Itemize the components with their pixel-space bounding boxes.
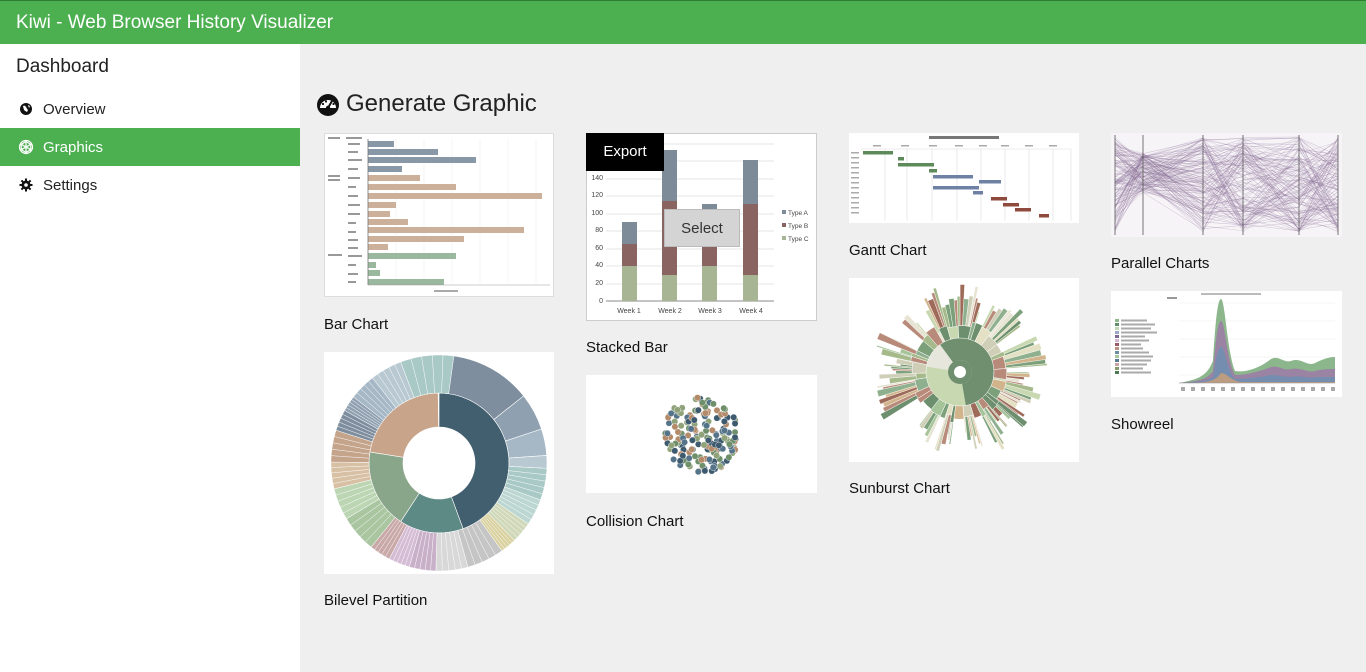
sidebar-item-label: Graphics	[43, 138, 104, 156]
bar-chart-thumbnail[interactable]	[324, 133, 554, 297]
page-title-text: Generate Graphic	[346, 90, 537, 117]
card-label: Collision Chart	[586, 513, 684, 530]
sidebar-item-graphics[interactable]: Graphics	[0, 128, 300, 166]
collision-chart-thumbnail[interactable]	[586, 375, 817, 493]
svg-text:0: 0	[599, 298, 603, 305]
svg-text:40: 40	[595, 262, 603, 269]
app-header: Kiwi - Web Browser History Visualizer	[0, 0, 1366, 44]
svg-text:Type B: Type B	[788, 223, 808, 230]
card-label: Showreel	[1111, 416, 1174, 433]
svg-text:20: 20	[595, 280, 603, 287]
card-label: Gantt Chart	[849, 242, 927, 259]
card-label: Sunburst Chart	[849, 480, 950, 497]
showreel-thumbnail[interactable]	[1111, 291, 1342, 397]
svg-text:Week 4: Week 4	[739, 308, 763, 315]
card-label: Stacked Bar	[586, 339, 668, 356]
svg-text:100: 100	[591, 210, 603, 217]
gear-icon	[18, 177, 34, 193]
parallel-charts-thumbnail[interactable]	[1111, 133, 1342, 237]
page-title: Generate Graphic	[315, 90, 537, 118]
svg-text:80: 80	[595, 227, 603, 234]
svg-text:Type A: Type A	[788, 210, 809, 217]
card-label: Bilevel Partition	[324, 592, 428, 609]
export-button[interactable]: Export	[586, 133, 664, 171]
sidebar-item-label: Overview	[43, 100, 106, 118]
svg-text:60: 60	[595, 245, 603, 252]
card-label: Bar Chart	[324, 316, 389, 333]
svg-text:120: 120	[591, 192, 603, 199]
svg-text:Type C: Type C	[788, 236, 809, 243]
sidebar-item-overview[interactable]: Overview	[0, 90, 300, 128]
main-content: Generate Graphic Bar Chart 140 120 100 8…	[300, 44, 1366, 672]
gantt-chart-thumbnail[interactable]	[849, 133, 1079, 223]
card-label: Parallel Charts	[1111, 255, 1210, 272]
globe-icon	[18, 101, 34, 117]
svg-text:Week 1: Week 1	[617, 308, 641, 315]
sidebar-item-label: Settings	[43, 176, 98, 194]
graphics-icon	[18, 139, 34, 155]
svg-text:Week 3: Week 3	[698, 308, 722, 315]
sidebar-item-settings[interactable]: Settings	[0, 166, 300, 204]
dashboard-icon	[315, 91, 341, 117]
bilevel-partition-thumbnail[interactable]	[324, 352, 554, 574]
select-button[interactable]: Select	[664, 209, 740, 247]
svg-text:140: 140	[591, 175, 603, 182]
app-title: Kiwi - Web Browser History Visualizer	[16, 12, 334, 33]
stacked-bar-thumbnail[interactable]: 140 120 100 80 60 40 20 0 Week 1 Week 2 Week 3 Wee…	[586, 133, 817, 321]
sunburst-chart-thumbnail[interactable]	[849, 278, 1079, 462]
sidebar: Dashboard Overview Graphics Settings	[0, 44, 300, 672]
sidebar-heading: Dashboard	[16, 56, 109, 77]
svg-text:Week 2: Week 2	[658, 308, 682, 315]
